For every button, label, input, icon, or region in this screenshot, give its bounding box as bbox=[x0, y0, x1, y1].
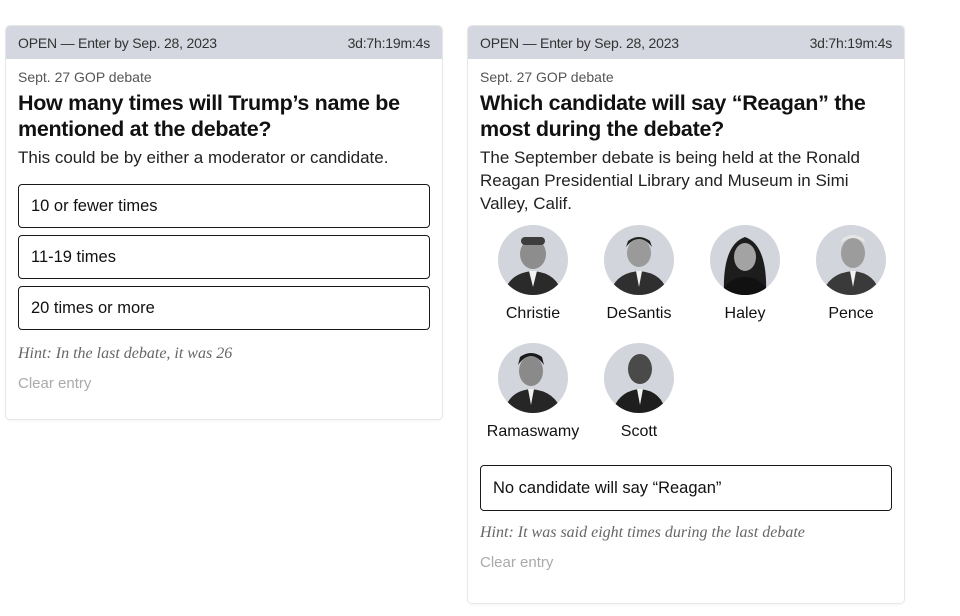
candidate-name: Scott bbox=[620, 423, 658, 440]
question-description: The September debate is being held at th… bbox=[480, 148, 860, 213]
candidate-name: Ramaswamy bbox=[486, 423, 580, 440]
question-description: This could be by either a moderator or c… bbox=[18, 148, 389, 167]
option-20-or-more[interactable]: 20 times or more bbox=[18, 286, 430, 330]
pence-portrait-icon bbox=[816, 225, 886, 295]
desantis-portrait-icon bbox=[604, 225, 674, 295]
candidate-scott[interactable]: Scott bbox=[586, 343, 692, 441]
trump-mentions-card: OPEN — Enter by Sep. 28, 2023 3d:7h:19m:… bbox=[6, 26, 442, 419]
hint-text: Hint: In the last debate, it was 26 bbox=[18, 345, 233, 362]
card-header: OPEN — Enter by Sep. 28, 2023 3d:7h:19m:… bbox=[6, 26, 442, 59]
entry-status: OPEN — Enter by Sep. 28, 2023 bbox=[480, 34, 679, 51]
christie-portrait-icon bbox=[498, 225, 568, 295]
reagan-mentions-card: OPEN — Enter by Sep. 28, 2023 3d:7h:19m:… bbox=[468, 26, 904, 603]
countdown-timer: 3d:7h:19m:4s bbox=[347, 34, 431, 51]
candidate-grid: Christie DeSantis Haley Pence Ramaswamy … bbox=[480, 225, 892, 441]
scott-portrait-icon bbox=[604, 343, 674, 413]
candidate-pence[interactable]: Pence bbox=[798, 225, 904, 323]
candidate-christie[interactable]: Christie bbox=[480, 225, 586, 323]
countdown-timer: 3d:7h:19m:4s bbox=[809, 34, 893, 51]
candidate-ramaswamy[interactable]: Ramaswamy bbox=[480, 343, 586, 441]
option-11-19[interactable]: 11-19 times bbox=[18, 235, 430, 279]
hint-text: Hint: It was said eight times during the… bbox=[480, 524, 805, 541]
option-no-candidate[interactable]: No candidate will say “Reagan” bbox=[480, 465, 892, 511]
clear-entry-button[interactable]: Clear entry bbox=[480, 553, 892, 573]
candidate-desantis[interactable]: DeSantis bbox=[586, 225, 692, 323]
candidate-name: Christie bbox=[505, 305, 561, 322]
ramaswamy-portrait-icon bbox=[498, 343, 568, 413]
kicker: Sept. 27 GOP debate bbox=[18, 69, 152, 85]
candidate-haley[interactable]: Haley bbox=[692, 225, 798, 323]
option-10-or-fewer[interactable]: 10 or fewer times bbox=[18, 184, 430, 228]
haley-portrait-icon bbox=[710, 225, 780, 295]
entry-status: OPEN — Enter by Sep. 28, 2023 bbox=[18, 34, 217, 51]
card-header: OPEN — Enter by Sep. 28, 2023 3d:7h:19m:… bbox=[468, 26, 904, 59]
candidate-name: DeSantis bbox=[606, 305, 672, 322]
candidate-name: Pence bbox=[828, 305, 874, 322]
candidate-name: Haley bbox=[724, 305, 766, 322]
question-title: How many times will Trump’s name be ment… bbox=[18, 91, 400, 141]
kicker: Sept. 27 GOP debate bbox=[480, 69, 614, 85]
question-title: Which candidate will say “Reagan” the mo… bbox=[480, 91, 866, 141]
clear-entry-button[interactable]: Clear entry bbox=[18, 374, 430, 394]
